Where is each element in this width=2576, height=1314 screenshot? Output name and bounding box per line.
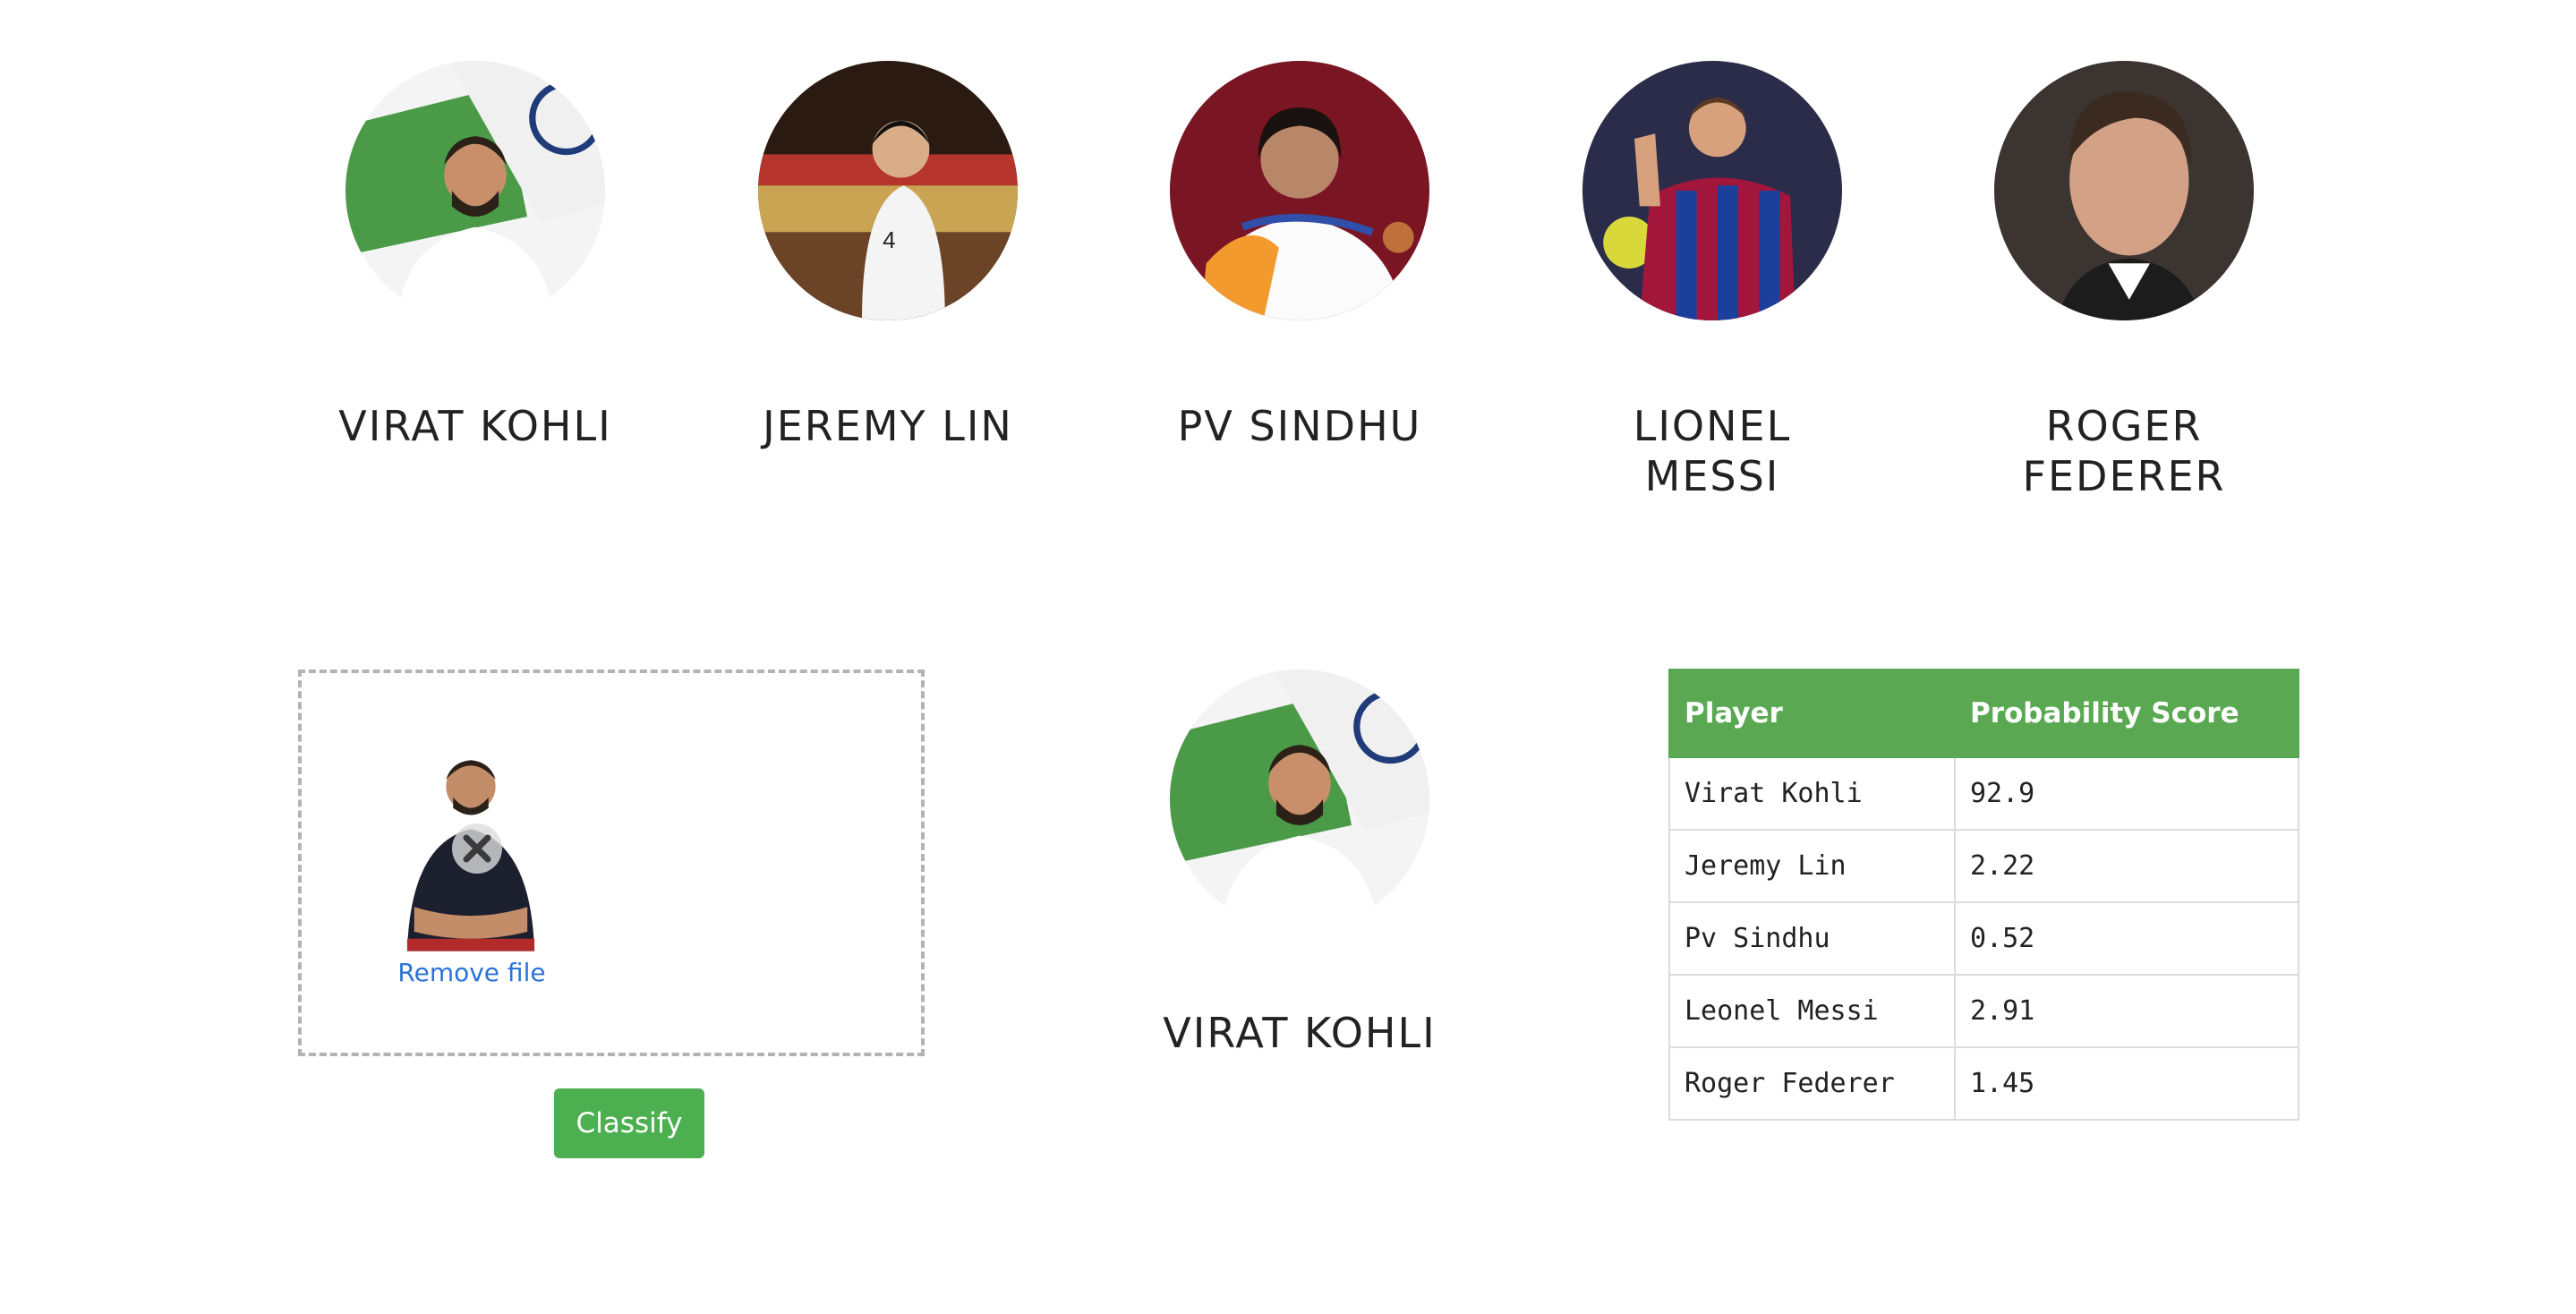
table-row: Virat Kohli 92.9 <box>1668 756 2299 831</box>
player-avatar-pv-sindhu <box>1170 61 1429 320</box>
player-cell: Roger Federer <box>1668 1046 1956 1121</box>
column-header-probability: Probability Score <box>1954 669 2299 758</box>
result-player-name: VIRAT KOHLI <box>1163 1009 1437 1057</box>
player-name-jeremy-lin: JEREMY LIN <box>763 402 1013 450</box>
score-cell: 0.52 <box>1954 901 2299 976</box>
player-cell: Virat Kohli <box>1668 756 1956 831</box>
svg-text:4: 4 <box>883 226 896 253</box>
player-name-virat-kohli: VIRAT KOHLI <box>338 402 612 450</box>
table-row: Pv Sindhu 0.52 <box>1668 901 2299 976</box>
score-cell: 2.22 <box>1954 829 2299 903</box>
player-name-lionel-messi: LIONEL MESSI <box>1633 402 1792 500</box>
table-row: Roger Federer 1.45 <box>1668 1046 2299 1121</box>
player-avatar-roger-federer <box>1994 61 2254 320</box>
player-cell: Leonel Messi <box>1668 974 1956 1048</box>
remove-preview-icon[interactable] <box>452 823 502 874</box>
player-cell: Pv Sindhu <box>1668 901 1956 976</box>
remove-file-link[interactable]: Remove file <box>373 958 570 987</box>
player-cell: Jeremy Lin <box>1668 829 1956 903</box>
table-header-row: Player Probability Score <box>1668 669 2299 758</box>
table-row: Jeremy Lin 2.22 <box>1668 829 2299 903</box>
column-header-player: Player <box>1668 669 1956 758</box>
classify-button[interactable]: Classify <box>554 1088 704 1158</box>
probability-table: Player Probability Score Virat Kohli 92.… <box>1668 669 2299 1121</box>
result-avatar <box>1170 670 1429 929</box>
score-cell: 1.45 <box>1954 1046 2299 1121</box>
score-cell: 2.91 <box>1954 974 2299 1048</box>
player-avatar-virat-kohli <box>345 61 605 320</box>
table-row: Leonel Messi 2.91 <box>1668 974 2299 1048</box>
player-name-roger-federer: ROGER FEDERER <box>2022 402 2226 500</box>
player-avatar-lionel-messi <box>1582 61 1842 320</box>
score-cell: 92.9 <box>1954 756 2299 831</box>
player-avatar-jeremy-lin: 4 <box>758 61 1018 320</box>
file-dropzone[interactable]: Remove file <box>298 670 925 1056</box>
player-name-pv-sindhu: PV SINDHU <box>1177 402 1422 450</box>
